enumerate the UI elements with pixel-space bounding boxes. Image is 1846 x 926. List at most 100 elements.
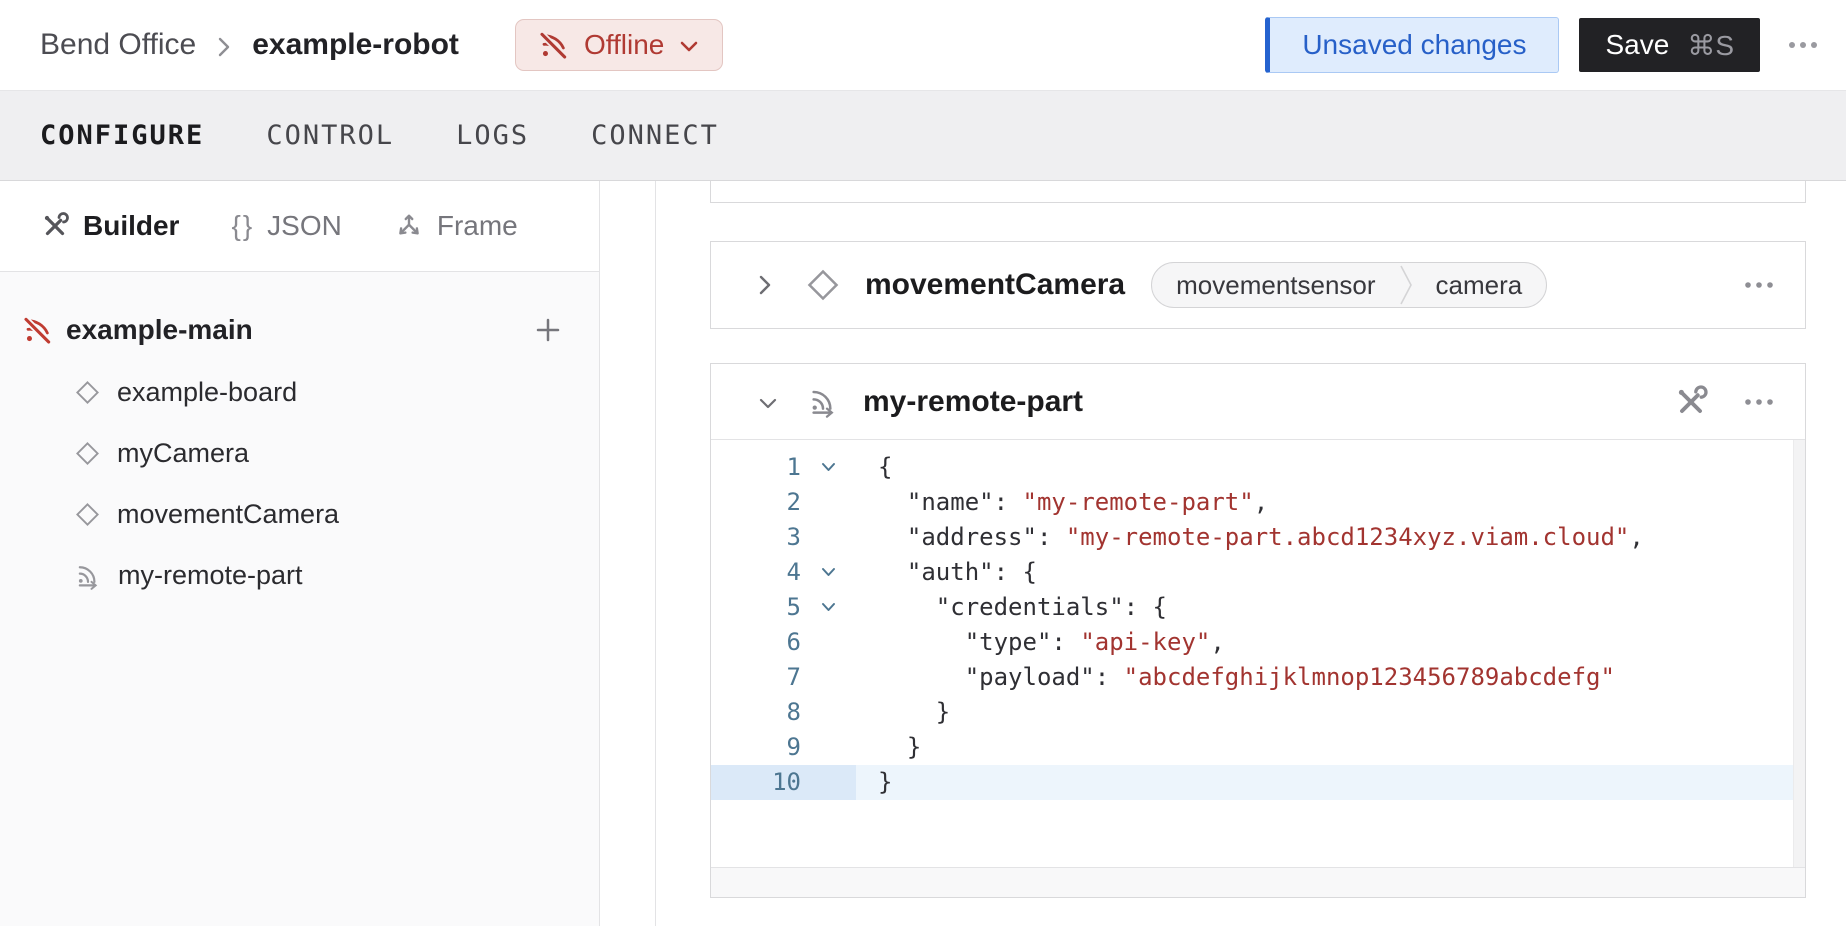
editor-gutter[interactable]: 7 [711,660,856,695]
tree-item-label: my-remote-part [118,560,303,591]
fold-spacer [801,520,856,555]
remote-card-header: my-remote-part [711,364,1805,440]
code-text: { [856,450,892,485]
tree-item-myCamera[interactable]: myCamera [0,423,599,484]
pill-tag-movementsensor: movementsensor [1152,270,1399,301]
code-line-10[interactable]: 10} [711,765,1805,800]
code-line-8[interactable]: 8 } [711,695,1805,730]
card-more-menu-icon[interactable] [1743,396,1775,408]
editor-footer [711,867,1805,897]
line-number: 4 [711,555,801,590]
fold-chevron-icon[interactable] [801,590,856,625]
line-number: 5 [711,590,801,625]
diamond-icon [74,440,101,467]
editor-gutter[interactable]: 1 [711,450,856,485]
fold-spacer [801,730,856,765]
mode-frame[interactable]: Frame [394,210,518,242]
code-line-1[interactable]: 1{ [711,450,1805,485]
pill-divider-icon [1400,262,1412,308]
editor-gutter[interactable]: 6 [711,625,856,660]
card-title: my-remote-part [863,385,1083,419]
code-text: } [856,765,892,800]
tree-root-label: example-main [66,314,253,346]
tree-item-label: movementCamera [117,499,339,530]
tab-logs[interactable]: LOGS [456,120,529,151]
tools-icon [40,211,70,241]
tab-control[interactable]: CONTROL [266,120,394,151]
line-number: 10 [711,765,801,800]
tree-item-my-remote-part[interactable]: my-remote-part [0,545,599,606]
tools-icon[interactable] [1673,384,1709,420]
line-number: 2 [711,485,801,520]
code-line-4[interactable]: 4 "auth": { [711,555,1805,590]
tree-item-movementCamera[interactable]: movementCamera [0,484,599,545]
code-line-5[interactable]: 5 "credentials": { [711,590,1805,625]
breadcrumb-chevron-icon [216,34,232,60]
chevron-down-icon [678,39,700,55]
unsaved-changes-button[interactable]: Unsaved changes [1265,17,1559,73]
unsaved-changes-label: Unsaved changes [1302,29,1526,61]
mode-label: Frame [437,210,518,242]
save-button-label: Save [1605,29,1669,61]
header-actions: Unsaved changes Save ⌘S [1265,17,1820,73]
line-number: 7 [711,660,801,695]
code-text: "payload": "abcdefghijklmnop123456789abc… [856,660,1615,695]
frame-icon [394,211,424,241]
fold-spacer [801,625,856,660]
line-number: 6 [711,625,801,660]
mode-builder[interactable]: Builder [40,210,179,242]
editor-gutter[interactable]: 5 [711,590,856,625]
editor-gutter[interactable]: 8 [711,695,856,730]
code-text: "credentials": { [856,590,1167,625]
machine-status-badge[interactable]: Offline [515,19,723,71]
code-line-9[interactable]: 9 } [711,730,1805,765]
add-component-button[interactable] [533,315,563,345]
code-line-2[interactable]: 2 "name": "my-remote-part", [711,485,1805,520]
pill-tag-camera: camera [1412,270,1547,301]
code-line-7[interactable]: 7 "payload": "abcdefghijklmnop123456789a… [711,660,1805,695]
mode-label: Builder [83,210,179,242]
line-number: 3 [711,520,801,555]
diamond-icon [805,267,841,303]
save-button[interactable]: Save ⌘S [1579,18,1760,72]
code-line-3[interactable]: 3 "address": "my-remote-part.abcd1234xyz… [711,520,1805,555]
editor-gutter[interactable]: 3 [711,520,856,555]
json-code-editor[interactable]: 1{2 "name": "my-remote-part",3 "address"… [711,440,1805,867]
config-mode-toggle: Builder {} JSON Frame [0,181,599,272]
save-shortcut: ⌘S [1687,29,1734,62]
fold-spacer [801,660,856,695]
tree-item-label: myCamera [117,438,249,469]
editor-gutter[interactable]: 9 [711,730,856,765]
tree-root-example-main[interactable]: example-main [0,298,599,362]
fold-spacer [801,765,856,800]
breadcrumb-robot-name: example-robot [252,28,459,62]
breadcrumb-org-link[interactable]: Bend Office [40,28,196,62]
mode-json[interactable]: {} JSON [231,210,341,242]
card-title: movementCamera [865,268,1125,302]
sidebar: Builder {} JSON Frame example-main example-b… [0,181,600,926]
code-line-6[interactable]: 6 "type": "api-key", [711,625,1805,660]
header-more-menu-icon[interactable] [1786,39,1820,51]
card-my-remote-part: my-remote-part [710,363,1806,898]
editor-scrollbar[interactable] [1793,440,1805,867]
fold-chevron-icon[interactable] [801,555,856,590]
code-text: "auth": { [856,555,1037,590]
chevron-right-icon[interactable] [755,271,775,299]
viam-robot-config-page: Bend Office example-robot Offline [0,0,1846,926]
scrolled-card-bottom [710,181,1806,203]
code-text: "type": "api-key", [856,625,1225,660]
editor-gutter[interactable]: 2 [711,485,856,520]
braces-icon: {} [231,210,254,242]
remote-part-icon [807,386,839,418]
card-more-menu-icon[interactable] [1743,279,1775,291]
code-text: } [856,730,921,765]
mode-label: JSON [267,210,342,242]
tree-item-example-board[interactable]: example-board [0,362,599,423]
remote-icon [74,562,102,590]
editor-gutter[interactable]: 10 [711,765,856,800]
tab-connect[interactable]: CONNECT [591,120,719,151]
editor-gutter[interactable]: 4 [711,555,856,590]
fold-chevron-icon[interactable] [801,450,856,485]
chevron-down-icon[interactable] [755,394,781,414]
tab-configure[interactable]: CONFIGURE [40,120,204,151]
